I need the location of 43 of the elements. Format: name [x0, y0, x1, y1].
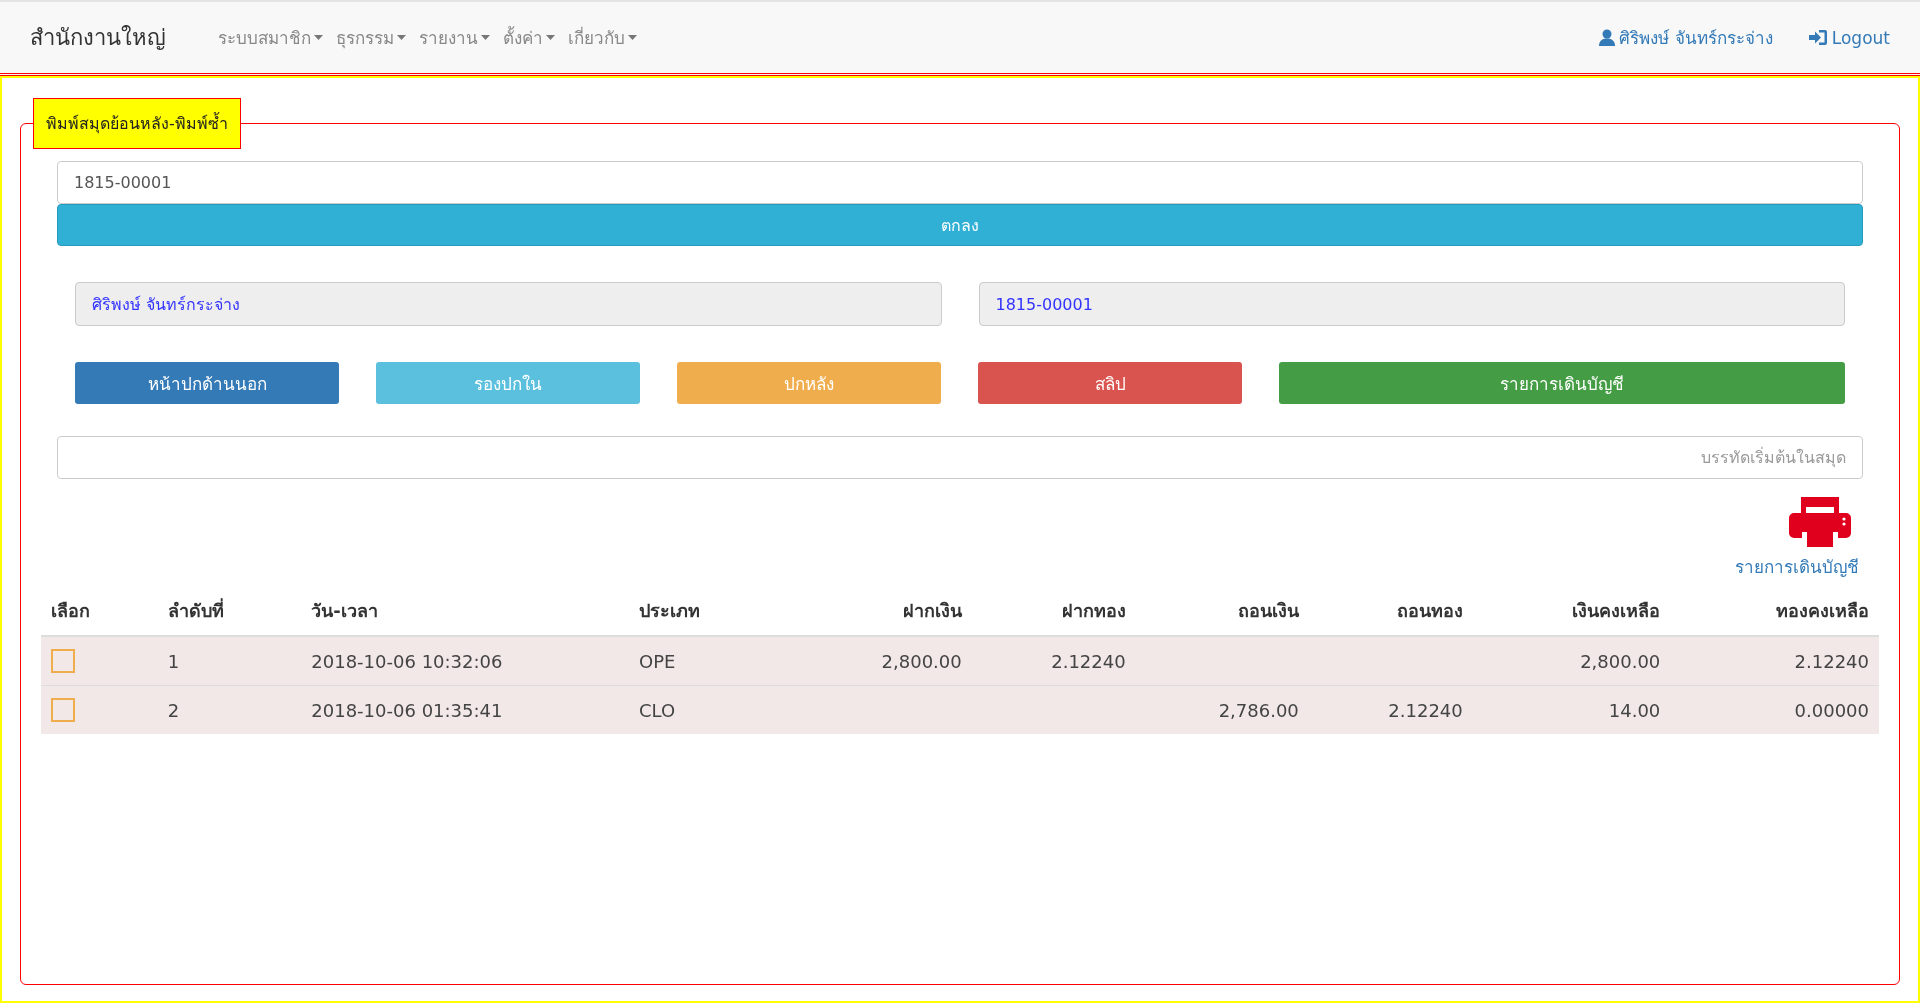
brand-title[interactable]: สำนักงานใหญ่ [30, 20, 166, 55]
table-cell: 2,800.00 [1580, 650, 1661, 672]
table-cell: 2.12240 [1051, 650, 1126, 672]
account-input[interactable]: 1815-00001 [57, 161, 1863, 204]
table-cell: OPE [639, 650, 676, 672]
caret-icon [397, 35, 406, 40]
member-name-field[interactable]: ศิริพงษ์ จันทร์กระจ่าง [75, 282, 942, 326]
table-cell: 2018-10-06 10:32:06 [311, 650, 503, 672]
nav-menu[interactable]: ตั้งค่า [503, 24, 555, 51]
table-cell: 2,786.00 [1218, 699, 1299, 721]
print-button[interactable]: รายการเดินบัญชี [1279, 362, 1845, 404]
account-number-field[interactable]: 1815-00001 [978, 282, 1845, 326]
printer-icon [1789, 497, 1851, 547]
table-cell: 0.00000 [1794, 699, 1869, 721]
table-cell: 2.12240 [1794, 650, 1869, 672]
start-line-input[interactable]: บรรทัดเริ่มต้นในสมุด [57, 436, 1863, 479]
table-cell: 2,800.00 [881, 650, 962, 672]
print-link[interactable]: รายการเดินบัญชี [1735, 497, 1859, 580]
table-cell: 14.00 [1608, 699, 1661, 721]
print-button[interactable]: หน้าปกด้านนอก [75, 362, 339, 404]
user-icon [1599, 29, 1616, 46]
print-button[interactable]: สลิป [978, 362, 1242, 404]
table-cell: 1 [167, 650, 180, 672]
user-link[interactable]: ศิริพงษ์ จันทร์กระจ่าง [1599, 24, 1773, 51]
caret-icon [546, 35, 555, 40]
logout-link[interactable]: Logout [1808, 24, 1890, 51]
panel-legend: พิมพ์สมุดย้อนหลัง-พิมพ์ซ้ำ [33, 98, 241, 149]
nav-menu[interactable]: รายงาน [419, 24, 490, 51]
print-button[interactable]: รองปกใน [376, 362, 640, 404]
caret-icon [314, 35, 323, 40]
table-cell: 2018-10-06 01:35:41 [311, 699, 503, 721]
table-cell: 2.12240 [1388, 699, 1463, 721]
login-icon [1808, 29, 1828, 46]
caret-icon [481, 35, 490, 40]
submit-button[interactable]: ตกลง [57, 204, 1863, 246]
caret-icon [628, 35, 637, 40]
nav-menu[interactable]: เกี่ยวกับ [568, 24, 637, 51]
row-checkbox[interactable] [51, 649, 75, 673]
table-cell: 2 [167, 699, 180, 721]
row-checkbox[interactable] [51, 698, 75, 722]
nav-menu[interactable]: ธุรกรรม [336, 24, 406, 51]
nav-menu[interactable]: ระบบสมาชิก [218, 24, 323, 51]
table-cell: CLO [639, 699, 676, 721]
